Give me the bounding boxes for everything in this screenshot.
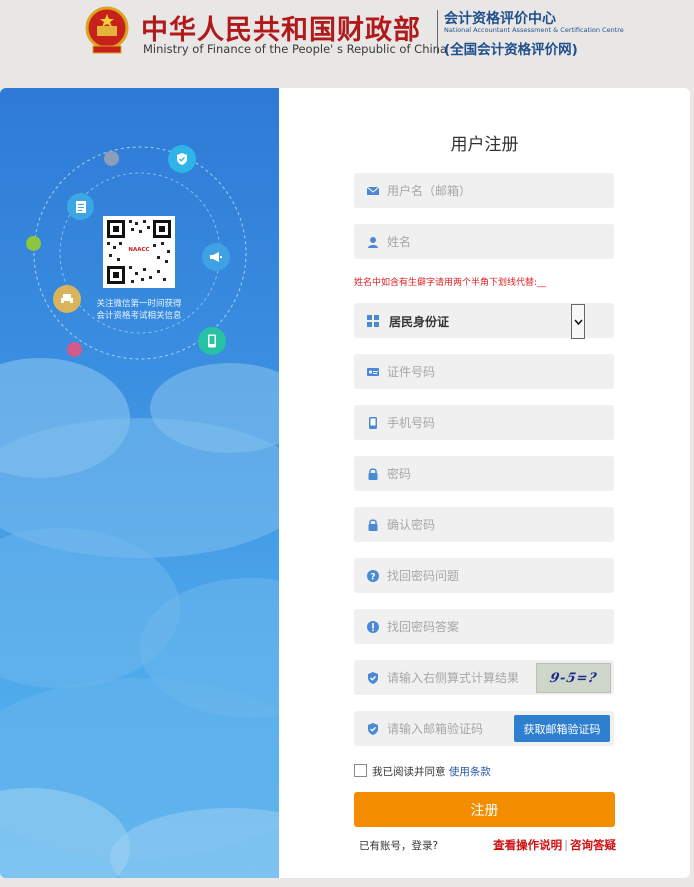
dot-green	[26, 236, 41, 251]
security-answer-field[interactable]	[354, 609, 614, 644]
phone-field[interactable]	[354, 405, 614, 440]
grid-icon	[367, 315, 379, 327]
shield-icon	[168, 145, 196, 173]
ministry-title-en: Ministry of Finance of the People' s Rep…	[143, 42, 448, 56]
site-header: 中华人民共和国财政部 Ministry of Finance of the Pe…	[0, 0, 694, 70]
id-type-value: 居民身份证	[389, 315, 450, 329]
chevron-down-icon[interactable]	[571, 304, 585, 339]
phone-input[interactable]	[387, 405, 547, 440]
org-title-cn: 会计资格评价中心	[444, 11, 556, 27]
svg-text:?: ?	[370, 573, 375, 583]
lock-icon	[368, 468, 378, 480]
form-title: 用户注册	[450, 135, 519, 155]
help-links: 查看操作说明 | 咨询答疑	[493, 838, 616, 852]
security-question-input[interactable]	[387, 558, 547, 593]
shield-check-icon	[368, 723, 378, 735]
clouds-background	[0, 146, 279, 878]
megaphone-icon	[202, 243, 230, 271]
user-icon	[368, 237, 378, 248]
captcha-image[interactable]: 9-5=?	[536, 663, 611, 693]
shield-check-icon	[368, 672, 378, 684]
qr-logo-label: NAACC	[128, 247, 150, 253]
lock-icon	[368, 519, 378, 531]
guide-link[interactable]: 查看操作说明	[493, 838, 562, 852]
get-email-code-button[interactable]: 获取邮箱验证码	[514, 715, 610, 742]
id-card-icon	[367, 368, 379, 376]
dot-pink	[67, 342, 82, 357]
name-hint: 姓名中如含有生僻字请用两个半角下划线代替:__	[354, 278, 547, 288]
captcha-input[interactable]	[387, 660, 532, 695]
national-emblem-icon	[84, 6, 130, 56]
email-code-input[interactable]	[387, 711, 512, 746]
phone-icon	[369, 417, 377, 429]
terms-link[interactable]: 使用条款	[449, 766, 491, 778]
mail-icon	[366, 186, 380, 195]
mobile-icon	[198, 327, 226, 355]
register-button[interactable]: 注册	[354, 792, 615, 827]
header-divider	[437, 10, 438, 54]
password-field[interactable]	[354, 456, 614, 491]
agree-text: 我已阅读并同意	[372, 766, 446, 778]
username-field[interactable]	[354, 173, 614, 208]
security-answer-input[interactable]	[387, 609, 547, 644]
login-link[interactable]: 已有账号，登录?	[359, 838, 438, 853]
name-input[interactable]	[387, 224, 547, 259]
captcha-text: 9-5=?	[548, 670, 599, 686]
exclamation-icon	[367, 621, 379, 633]
confirm-password-field[interactable]	[354, 507, 614, 542]
email-code-field[interactable]: 获取邮箱验证码	[354, 711, 614, 746]
terms-checkbox[interactable]	[354, 764, 367, 777]
qr-caption-line1: 关注微信第一时间获得	[96, 299, 182, 309]
document-icon	[67, 193, 94, 220]
wechat-qr-code: NAACC	[103, 216, 175, 288]
captcha-field[interactable]: 9-5=?	[354, 660, 614, 695]
name-field[interactable]	[354, 224, 614, 259]
qr-caption-line2: 会计资格考试相关信息	[96, 311, 182, 321]
id-number-input[interactable]	[387, 354, 547, 389]
username-input[interactable]	[387, 173, 547, 208]
question-icon: ?	[367, 570, 379, 583]
security-question-field[interactable]: ?	[354, 558, 614, 593]
register-form: 用户注册 姓名中如含有生僻字请用两个半角下划线代替:__ 居民身份证	[279, 88, 690, 878]
promo-panel: NAACC 关注微信第一时间获得 会计资格考试相关信息	[0, 88, 279, 878]
confirm-password-input[interactable]	[387, 507, 547, 542]
qr-caption: 关注微信第一时间获得 会计资格考试相关信息	[74, 298, 204, 322]
terms-agreement: 我已阅读并同意 使用条款	[354, 764, 491, 779]
id-number-field[interactable]	[354, 354, 614, 389]
id-type-select[interactable]: 居民身份证	[354, 303, 614, 339]
dot-gray	[104, 151, 119, 166]
register-card: NAACC 关注微信第一时间获得 会计资格考试相关信息 用户注册 姓名中如含有生…	[0, 88, 690, 878]
org-site-name: (全国会计资格评价网)	[444, 42, 578, 58]
password-input[interactable]	[387, 456, 547, 491]
org-title-en: National Accountant Assessment & Certifi…	[444, 26, 624, 34]
faq-link[interactable]: 咨询答疑	[570, 838, 616, 852]
